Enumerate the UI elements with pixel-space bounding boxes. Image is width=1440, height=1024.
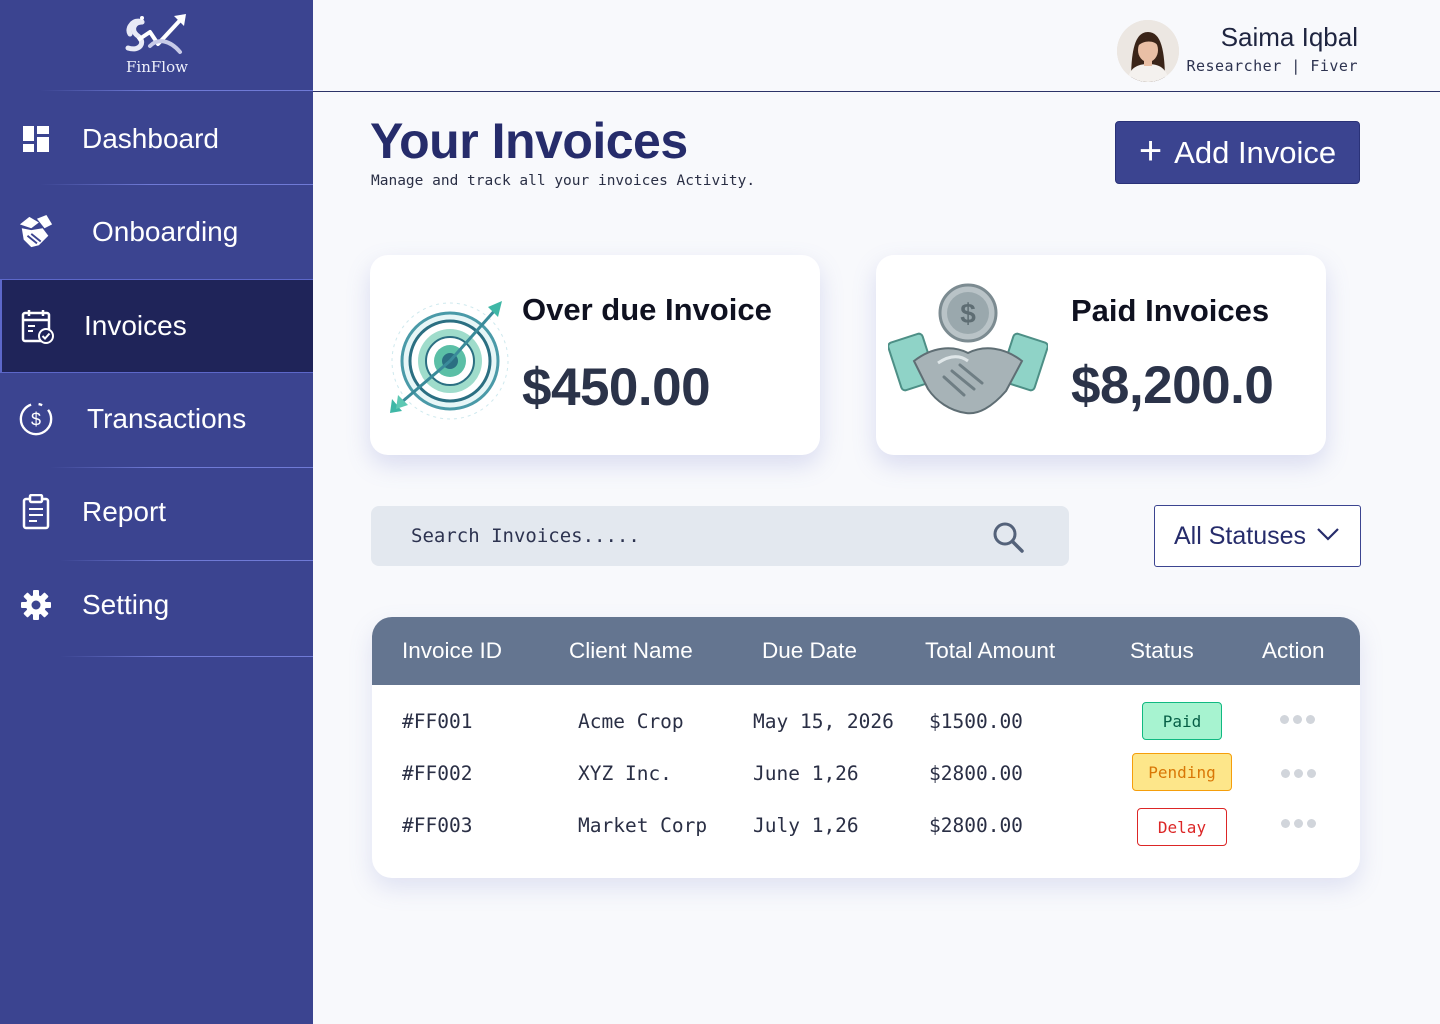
total-amount: $2800.00 (929, 762, 1023, 785)
sidebar-item-label: Transactions (87, 403, 247, 434)
chevron-down-icon (1317, 528, 1339, 541)
search-bar (371, 506, 1069, 566)
column-header-invoice-id[interactable]: Invoice ID (402, 638, 502, 664)
more-actions-icon[interactable] (1280, 715, 1315, 724)
client-name: Market Corp (578, 814, 708, 837)
search-icon[interactable] (991, 520, 1025, 554)
overdue-invoice-card[interactable]: Over due Invoice $450.00 (370, 255, 820, 455)
sidebar-item-transactions[interactable]: $ Transactions (0, 373, 313, 465)
overdue-card-title: Over due Invoice (522, 292, 772, 327)
nav-divider (60, 656, 313, 657)
logo-chart-icon (125, 14, 186, 54)
column-header-total-amount[interactable]: Total Amount (925, 638, 1055, 664)
paid-card-title: Paid Invoices (1071, 293, 1270, 328)
add-invoice-button[interactable]: + Add Invoice (1115, 121, 1360, 184)
user-role: Researcher | Fiver (1186, 57, 1358, 75)
target-arrow-icon (390, 301, 509, 420)
table-header: Invoice ID Client Name Due Date Total Am… (372, 617, 1360, 685)
invoice-calendar-icon (20, 308, 56, 344)
more-actions-icon[interactable] (1281, 819, 1316, 828)
client-name: Acme Crop (578, 710, 684, 733)
sidebar-item-label: Dashboard (82, 123, 219, 154)
due-date: July 1,26 (753, 814, 859, 837)
clipboard-icon (18, 494, 54, 530)
sidebar-item-report[interactable]: Report (0, 466, 313, 558)
status-badge: Pending (1132, 753, 1232, 791)
user-name: Saima Iqbal (1220, 22, 1358, 52)
page-subtitle: Manage and track all your invoices Activ… (371, 173, 756, 189)
client-name: XYZ Inc. (578, 762, 672, 785)
total-amount: $1500.00 (929, 710, 1023, 733)
due-date: May 15, 2026 (753, 710, 894, 733)
paid-invoices-card[interactable]: $ Paid Invoices $8,200.0 (876, 255, 1326, 455)
search-input[interactable] (371, 506, 971, 566)
column-header-status[interactable]: Status (1130, 638, 1194, 664)
nav-divider (40, 90, 313, 91)
add-invoice-label: Add Invoice (1174, 134, 1337, 170)
svg-text:$: $ (31, 410, 41, 430)
dashboard-icon (18, 121, 54, 157)
invoice-id: #FF002 (402, 762, 473, 785)
sidebar-item-label: Onboarding (92, 216, 239, 247)
sidebar: FinFlow Dashboard Onboarding Invoices $ … (0, 0, 313, 1024)
invoice-id: #FF003 (402, 814, 473, 837)
status-filter-value: All Statuses (1174, 521, 1307, 550)
overdue-card-value: $450.00 (522, 358, 711, 417)
svg-text:$: $ (960, 298, 976, 329)
status-badge: Paid (1142, 702, 1222, 740)
more-actions-icon[interactable] (1281, 769, 1316, 778)
due-date: June 1,26 (753, 762, 859, 785)
gear-icon (18, 587, 54, 623)
top-header: Saima Iqbal Researcher | Fiver (313, 0, 1440, 92)
column-header-due-date[interactable]: Due Date (762, 638, 857, 664)
sidebar-item-label: Setting (82, 589, 170, 620)
logo-text: FinFlow (126, 58, 188, 76)
handshake-money-icon: $ (888, 283, 1048, 415)
sidebar-item-setting[interactable]: Setting (0, 559, 313, 651)
sidebar-item-label: Invoices (84, 310, 187, 341)
dollar-circle-icon: $ (18, 401, 54, 437)
column-header-client-name[interactable]: Client Name (569, 638, 693, 664)
finflow-logo[interactable]: FinFlow (115, 12, 199, 84)
total-amount: $2800.00 (929, 814, 1023, 837)
handshake-icon (18, 214, 54, 250)
status-filter-dropdown[interactable]: All Statuses (1154, 505, 1361, 567)
page-title: Your Invoices (370, 113, 688, 169)
invoice-id: #FF001 (402, 710, 473, 733)
sidebar-item-invoices[interactable]: Invoices (0, 279, 313, 373)
column-header-action: Action (1262, 638, 1325, 663)
sidebar-item-dashboard[interactable]: Dashboard (0, 93, 313, 185)
sidebar-item-label: Report (82, 496, 167, 527)
sidebar-item-onboarding[interactable]: Onboarding (0, 186, 313, 278)
paid-card-value: $8,200.0 (1071, 356, 1274, 415)
invoices-table: Invoice ID Client Name Due Date Total Am… (372, 617, 1360, 878)
status-badge: Delay (1137, 808, 1227, 846)
avatar[interactable] (1117, 20, 1179, 82)
nav-divider (40, 184, 313, 185)
plus-icon: + (1138, 128, 1163, 173)
